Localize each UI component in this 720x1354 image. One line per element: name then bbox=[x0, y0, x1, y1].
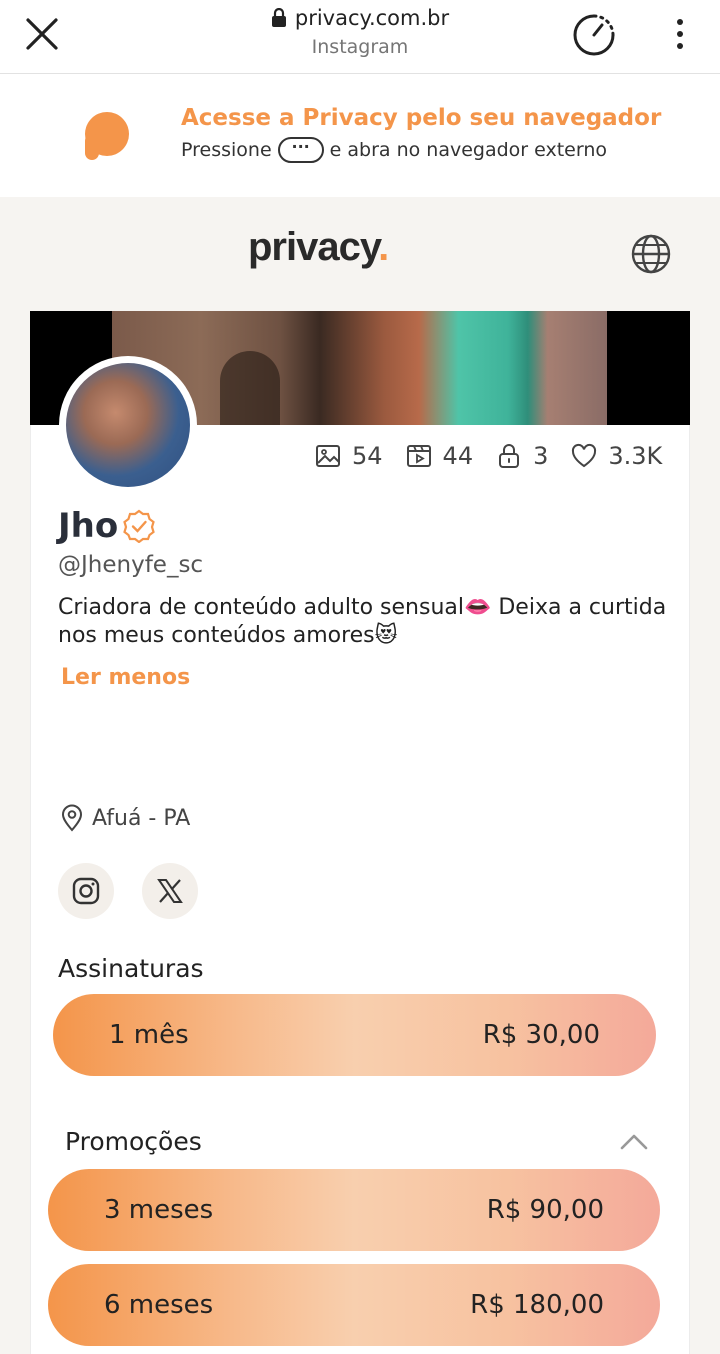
banner-rest-text: e abra no navegador externo bbox=[329, 139, 608, 161]
avatar[interactable] bbox=[59, 356, 197, 494]
open-in-browser-banner[interactable]: Acesse a Privacy pelo seu navegador Pres… bbox=[0, 74, 720, 197]
location-pin-icon bbox=[61, 804, 83, 832]
privacy-logo-icon bbox=[85, 112, 129, 160]
banner-instructions: Pressione ··· e abra no navegador extern… bbox=[181, 137, 607, 163]
globe-icon[interactable] bbox=[630, 233, 672, 275]
menu-pill-icon: ··· bbox=[277, 137, 324, 163]
profile-location: Afuá - PA bbox=[60, 804, 190, 832]
brand-text: privacy bbox=[248, 225, 379, 269]
instagram-icon bbox=[72, 877, 100, 905]
x-icon bbox=[157, 879, 183, 903]
stat-photos: 54 bbox=[314, 442, 383, 470]
stat-videos: 44 bbox=[405, 442, 474, 470]
plan-label: 6 meses bbox=[104, 1290, 214, 1320]
verified-badge-icon bbox=[123, 509, 155, 543]
stat-likes: 3.3K bbox=[570, 442, 662, 470]
stat-locked: 3 bbox=[495, 442, 548, 470]
read-less-link[interactable]: Ler menos bbox=[61, 665, 190, 690]
profile-name: Jho bbox=[58, 506, 156, 546]
plan-1-month-button[interactable]: 1 mês R$ 30,00 bbox=[53, 994, 656, 1076]
profile-name-text: Jho bbox=[58, 506, 119, 546]
url-text-row: privacy.com.br bbox=[271, 6, 449, 30]
plan-3-months-button[interactable]: 3 meses R$ 90,00 bbox=[48, 1169, 660, 1251]
stat-videos-count: 44 bbox=[442, 442, 474, 470]
timer-icon[interactable] bbox=[571, 12, 617, 58]
promotions-title: Promoções bbox=[65, 1127, 202, 1156]
image-icon bbox=[316, 445, 340, 467]
avatar-image bbox=[66, 363, 190, 487]
lock-icon bbox=[271, 8, 286, 27]
plan-6-months-button[interactable]: 6 meses R$ 180,00 bbox=[48, 1264, 660, 1346]
chevron-up-icon[interactable] bbox=[618, 1128, 650, 1154]
profile-handle: @Jhenyfe_sc bbox=[58, 552, 204, 578]
browser-top-bar: privacy.com.br Instagram bbox=[0, 0, 720, 74]
video-icon bbox=[406, 445, 431, 467]
banner-title: Acesse a Privacy pelo seu navegador bbox=[181, 105, 662, 131]
x-twitter-button[interactable] bbox=[142, 863, 198, 919]
subscriptions-title: Assinaturas bbox=[58, 954, 204, 983]
stat-locked-count: 3 bbox=[533, 442, 549, 470]
stat-photos-count: 54 bbox=[352, 442, 383, 470]
more-options-icon[interactable] bbox=[660, 14, 700, 54]
site-header: privacy. bbox=[0, 197, 720, 311]
plan-price: R$ 90,00 bbox=[486, 1195, 604, 1225]
instagram-button[interactable] bbox=[58, 863, 114, 919]
privacy-logo[interactable]: privacy. bbox=[248, 225, 389, 270]
cover-shadow bbox=[220, 351, 280, 425]
stat-likes-count: 3.3K bbox=[608, 442, 663, 470]
plan-label: 3 meses bbox=[104, 1195, 214, 1225]
plan-label: 1 mês bbox=[109, 1020, 189, 1050]
profile-bio: Criadora de conteúdo adulto sensual👄 Dei… bbox=[58, 595, 667, 648]
url-text: privacy.com.br bbox=[294, 6, 450, 30]
plan-price: R$ 30,00 bbox=[482, 1020, 600, 1050]
location-text: Afuá - PA bbox=[92, 805, 191, 831]
padlock-icon bbox=[499, 444, 520, 468]
heart-icon bbox=[572, 443, 597, 468]
profile-stats: 54 44 3 3.3K bbox=[314, 440, 662, 472]
banner-press-text: Pressione bbox=[181, 139, 272, 161]
brand-dot: . bbox=[378, 225, 389, 269]
plan-price: R$ 180,00 bbox=[470, 1290, 604, 1320]
